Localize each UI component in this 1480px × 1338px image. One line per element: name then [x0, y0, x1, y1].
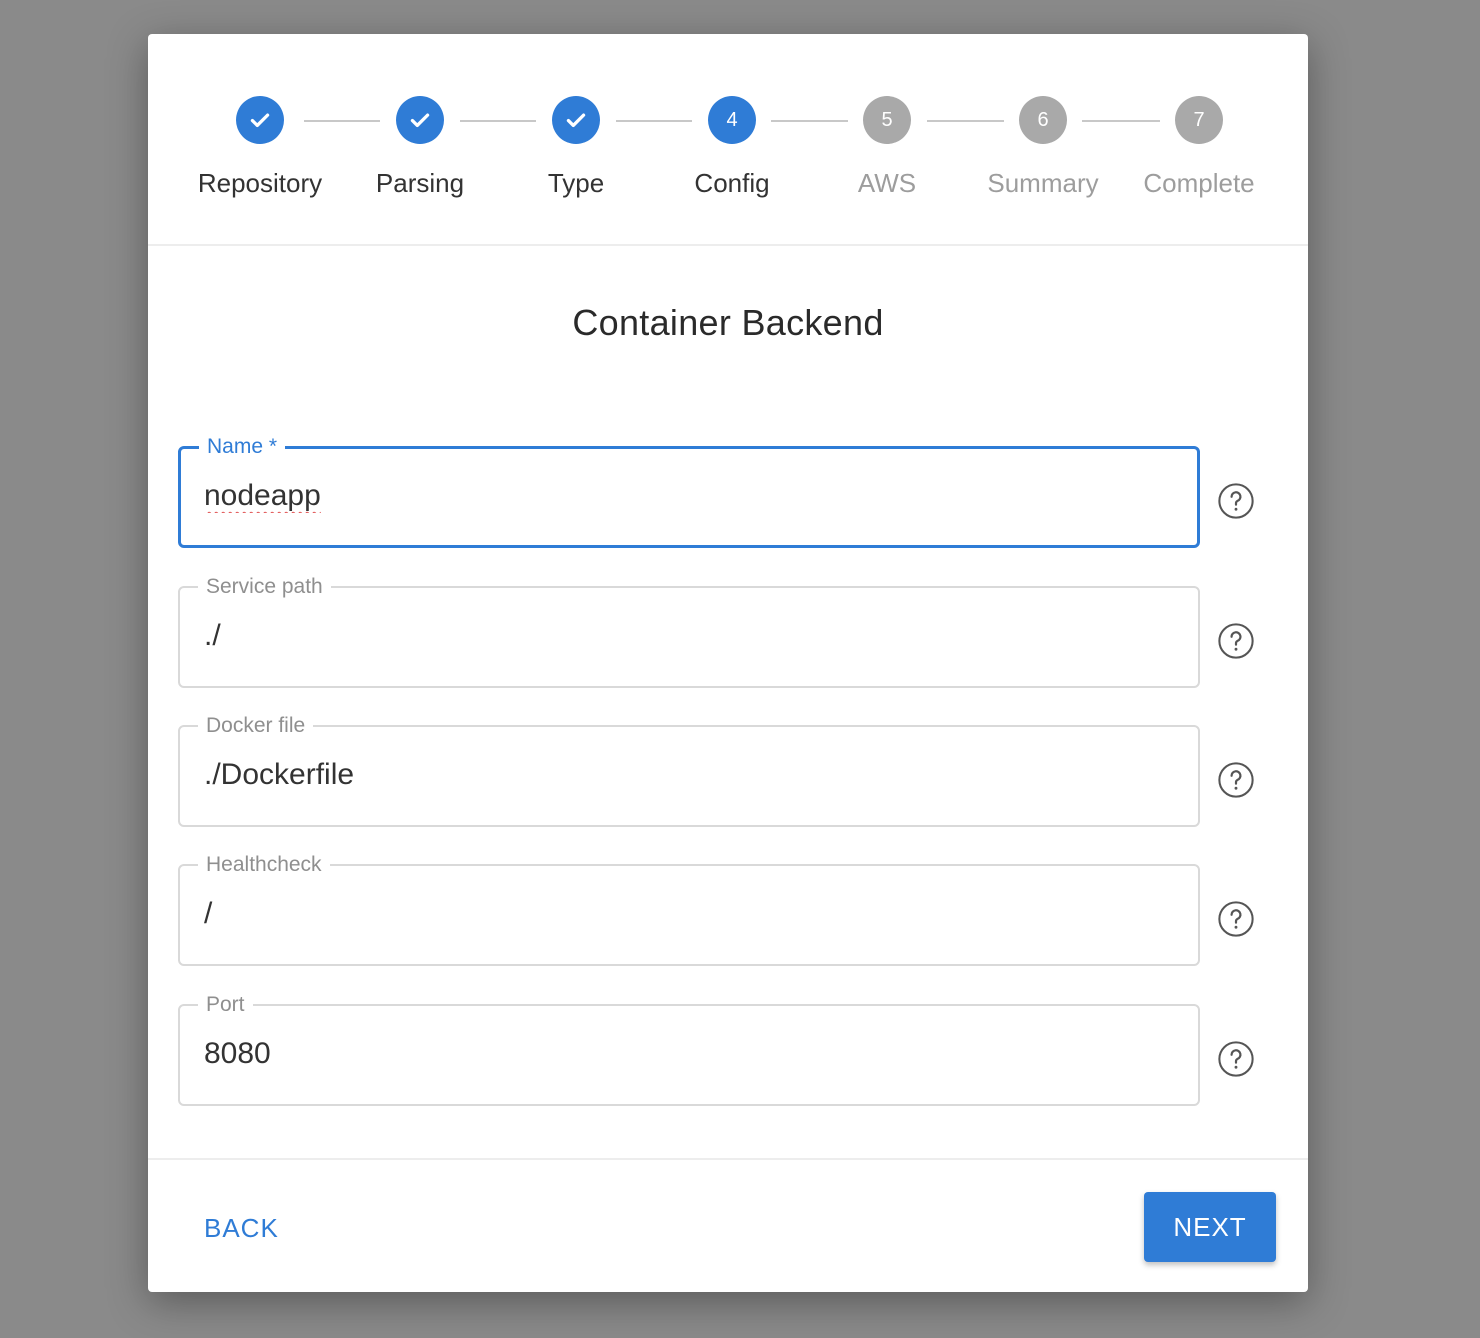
step-label: Summary [987, 168, 1099, 198]
port-label: Port [206, 993, 245, 1016]
divider [148, 244, 1308, 246]
back-button[interactable]: BACK [188, 1200, 288, 1256]
stepper: Repository Parsing Type 4 Config 5 AWS 6… [148, 34, 1308, 244]
port-input[interactable] [204, 1032, 1164, 1076]
step-label: Config [694, 168, 770, 198]
step-label: Type [547, 168, 605, 198]
check-icon [236, 96, 284, 144]
step-label: Parsing [375, 168, 465, 198]
step-aws: 5 AWS [807, 96, 967, 199]
healthcheck-field: Healthcheck [178, 853, 1200, 966]
help-icon[interactable] [1217, 761, 1255, 799]
help-icon[interactable] [1217, 622, 1255, 660]
service-path-label: Service path [206, 575, 323, 598]
port-field: Port [178, 993, 1200, 1106]
step-label: AWS [857, 168, 917, 198]
next-button[interactable]: NEXT [1144, 1192, 1276, 1262]
check-icon [552, 96, 600, 144]
step-number: 7 [1175, 96, 1223, 144]
step-number: 5 [863, 96, 911, 144]
step-repository[interactable]: Repository [180, 96, 340, 199]
form-title: Container Backend [572, 302, 884, 343]
check-icon [396, 96, 444, 144]
step-summary: 6 Summary [963, 96, 1123, 199]
docker-file-label: Docker file [206, 714, 306, 737]
step-label: Repository [197, 168, 323, 198]
step-label: Complete [1143, 168, 1255, 198]
healthcheck-label: Healthcheck [206, 853, 322, 876]
config-dialog: Repository Parsing Type 4 Config 5 AWS 6… [148, 34, 1308, 1292]
step-complete: 7 Complete [1119, 96, 1279, 199]
name-label: Name * [207, 435, 278, 458]
docker-file-input[interactable] [204, 753, 1164, 797]
service-path-input[interactable] [204, 614, 1164, 658]
service-path-field: Service path [178, 575, 1200, 688]
help-icon[interactable] [1217, 482, 1255, 520]
name-field: Name * [178, 435, 1200, 548]
healthcheck-input[interactable] [204, 892, 1164, 936]
step-config[interactable]: 4 Config [652, 96, 812, 199]
step-type[interactable]: Type [496, 96, 656, 199]
help-icon[interactable] [1217, 1040, 1255, 1078]
docker-file-field: Docker file [178, 714, 1200, 827]
divider [148, 1158, 1308, 1160]
step-number: 4 [708, 96, 756, 144]
name-input[interactable] [204, 474, 1164, 518]
step-parsing[interactable]: Parsing [340, 96, 500, 199]
step-number: 6 [1019, 96, 1067, 144]
help-icon[interactable] [1217, 900, 1255, 938]
